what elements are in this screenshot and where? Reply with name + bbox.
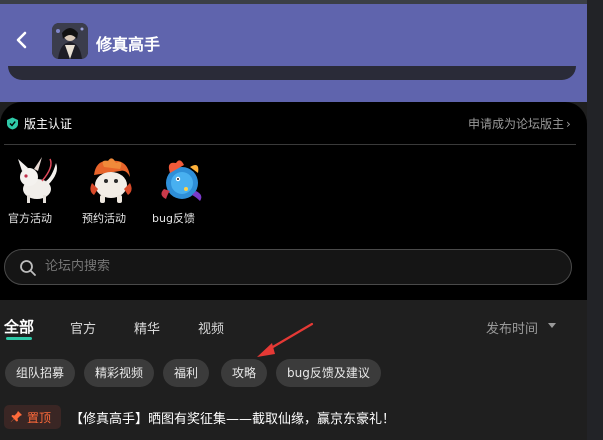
right-edge bbox=[587, 0, 603, 440]
search-icon bbox=[20, 260, 36, 276]
category-label: 预约活动 bbox=[82, 212, 126, 225]
banner-strip bbox=[8, 66, 576, 80]
divider bbox=[4, 144, 576, 145]
shield-icon bbox=[7, 117, 18, 130]
forum-page: 修真高手 版主认证 申请成为论坛版主 › 官方活动 预约活动 bug反馈 论坛内… bbox=[0, 0, 603, 440]
caret-down-icon[interactable] bbox=[548, 323, 556, 328]
tab-official[interactable]: 官方 bbox=[70, 318, 96, 337]
search-input[interactable] bbox=[45, 259, 525, 274]
chip-highlight-videos[interactable]: 精彩视频 bbox=[84, 359, 155, 387]
pinned-post-title[interactable]: 【修真高手】晒图有奖征集——截取仙缘，赢京东豪礼！ bbox=[70, 408, 395, 427]
tab-video[interactable]: 视频 bbox=[198, 318, 224, 337]
category-label: 官方活动 bbox=[8, 212, 52, 225]
category-label: bug反馈 bbox=[152, 212, 195, 225]
chip-guides[interactable]: 攻略 bbox=[221, 359, 268, 387]
page-title: 修真高手 bbox=[96, 35, 161, 54]
blue-bird-icon bbox=[161, 160, 202, 201]
sort-dropdown[interactable]: 发布时间 bbox=[486, 318, 538, 337]
tab-all[interactable]: 全部 bbox=[4, 316, 34, 337]
pin-icon bbox=[10, 411, 22, 422]
chip-team-recruit[interactable]: 组队招募 bbox=[5, 359, 76, 387]
pinned-badge: 置顶 bbox=[4, 405, 61, 429]
tab-featured[interactable]: 精华 bbox=[134, 318, 160, 337]
moderator-title: 版主认证 bbox=[24, 117, 73, 131]
chevron-right-icon: › bbox=[566, 117, 571, 131]
forum-search-box[interactable] bbox=[4, 249, 572, 285]
chip-bug-suggestions[interactable]: bug反馈及建议 bbox=[276, 359, 381, 387]
apply-moderator-label: 申请成为论坛版主 bbox=[468, 117, 565, 131]
pinned-label: 置顶 bbox=[27, 411, 52, 425]
apply-moderator-link[interactable]: 申请成为论坛版主 › bbox=[468, 115, 571, 132]
fire-lion-icon bbox=[90, 158, 132, 203]
chip-benefits[interactable]: 福利 bbox=[163, 359, 210, 387]
app-icon bbox=[52, 23, 88, 59]
active-tab-indicator bbox=[6, 337, 32, 340]
chevron-left-icon[interactable] bbox=[12, 30, 32, 50]
forum-header: 修真高手 bbox=[0, 4, 587, 102]
white-fox-icon bbox=[18, 157, 57, 203]
